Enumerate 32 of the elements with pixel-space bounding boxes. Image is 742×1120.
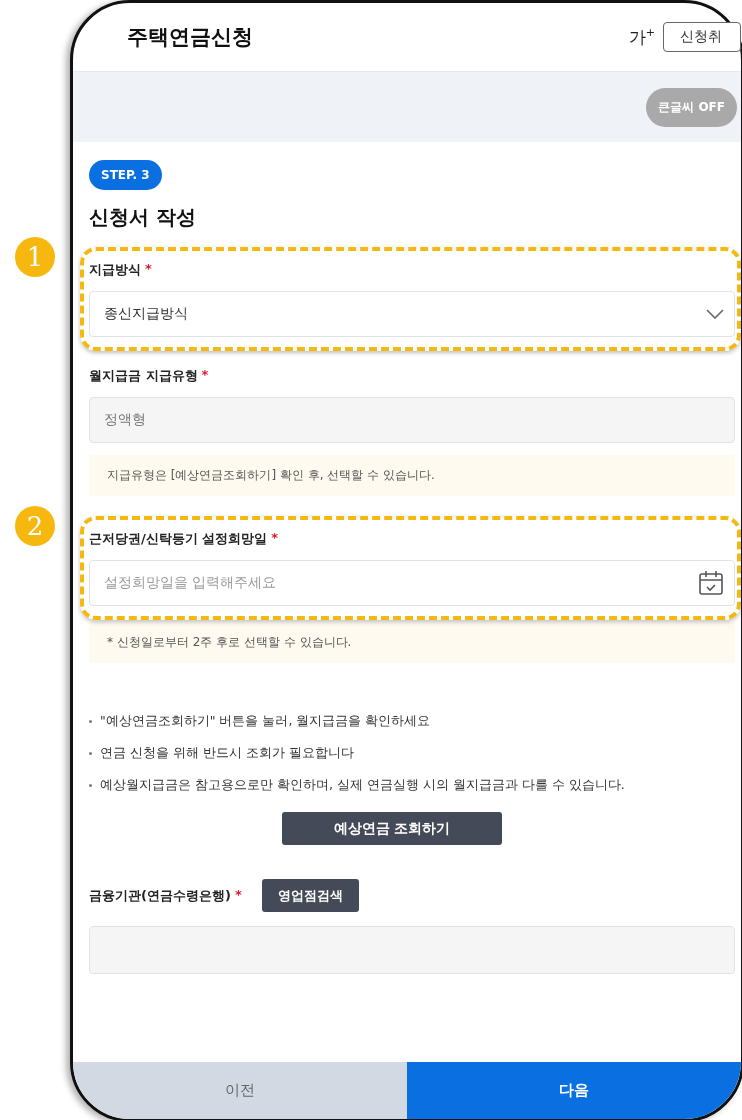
annotation-number: 1	[15, 237, 55, 277]
bullet-icon	[89, 784, 92, 787]
notice-text: "예상연금조회하기" 버튼을 눌러, 월지급금을 확인하세요	[100, 713, 431, 730]
bullet-icon	[89, 720, 92, 723]
notice-text: 예상월지급금은 참고용으로만 확인하며, 실제 연금실행 시의 월지급금과 다를 수 있습니다.	[100, 777, 625, 794]
branch-search-button[interactable]: 영업점검색	[261, 879, 359, 912]
input-field[interactable]: 정액형	[89, 397, 735, 443]
field-label: 금융기관(연금수령은행)	[89, 886, 231, 905]
annotation-number: 2	[15, 506, 55, 546]
next-button[interactable]: 다음	[407, 1062, 741, 1119]
select-field[interactable]: 종신지급방식	[89, 291, 735, 337]
required-mark: *	[271, 530, 279, 547]
previous-button[interactable]: 이전	[73, 1062, 407, 1119]
bullet-icon	[89, 752, 92, 755]
info-note: 지급유형은 [예상연금조회하기] 확인 후, 선택할 수 있습니다.	[89, 455, 735, 496]
section-heading: 신청서 작성	[89, 204, 197, 231]
step-badge: STEP. 3	[89, 160, 162, 190]
notice-text: 연금 신청을 위해 반드시 조회가 필요합니다	[100, 745, 354, 762]
required-mark: *	[201, 367, 209, 384]
field-label: 월지급금 지급유형	[89, 367, 198, 385]
info-note: * 신청일로부터 2주 후로 선택할 수 있습니다.	[89, 622, 735, 663]
estimate-button[interactable]: 예상연금 조회하기	[282, 812, 502, 845]
field-label: 지급방식	[89, 261, 141, 279]
page-title: 주택연금신청	[127, 24, 253, 51]
calendar-icon	[698, 570, 724, 596]
required-mark: *	[234, 886, 242, 904]
chevron-down-icon	[706, 309, 724, 319]
font-size-button[interactable]: 가$^{+}$	[628, 25, 655, 49]
input-field[interactable]	[89, 926, 735, 974]
cancel-button[interactable]: 신청취	[663, 22, 741, 52]
required-mark: *	[145, 261, 152, 278]
field-label: 근저당권/신탁등기 설정희망일	[89, 530, 268, 548]
